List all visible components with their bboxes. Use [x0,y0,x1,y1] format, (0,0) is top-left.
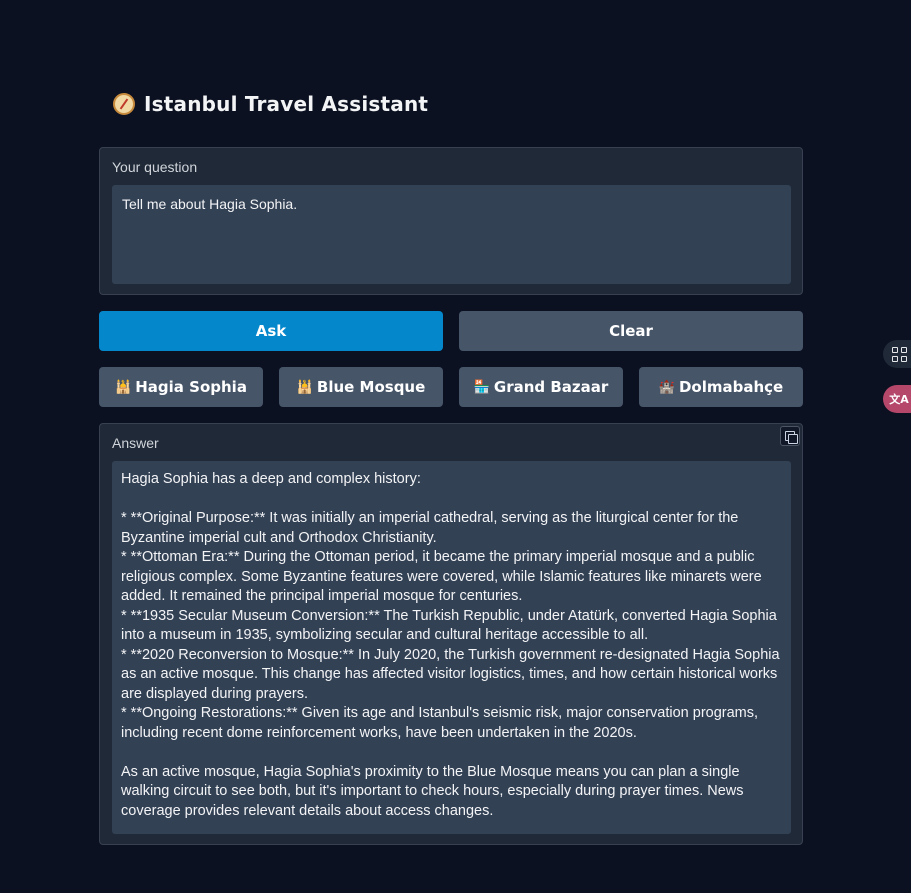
shop-icon: 🏪 [473,379,490,395]
chip-blue-mosque[interactable]: 🕌 Blue Mosque [279,367,443,407]
answer-paragraph: * **2020 Reconversion to Mosque:** In Ju… [121,646,780,702]
answer-paragraph: * **Ottoman Era:** During the Ottoman pe… [121,549,762,604]
chip-label: Blue Mosque [316,378,426,396]
compass-icon [113,93,135,115]
chip-label: Grand Bazaar [493,378,609,396]
chip-label: Dolmabahçe [678,378,784,396]
chip-hagia-sophia[interactable]: 🕌 Hagia Sophia [99,367,263,407]
answer-label: Answer [112,435,159,451]
chip-label: Hagia Sophia [135,378,247,396]
question-label: Your question [112,159,198,175]
answer-paragraph: * **1935 Secular Museum Conversion:** Th… [121,607,777,644]
translate-side-button[interactable]: 文A [883,385,911,413]
ask-button[interactable]: Ask [99,311,443,351]
page-title: Istanbul Travel Assistant [144,92,429,116]
answer-paragraph: As an active mosque, Hagia Sophia's prox… [121,763,744,819]
answer-paragraph: Hagia Sophia has a deep and complex hist… [121,471,421,487]
chip-grand-bazaar[interactable]: 🏪 Grand Bazaar [459,367,623,407]
chip-dolmabahce[interactable]: 🏰 Dolmabahçe [639,367,803,407]
clear-button[interactable]: Clear [459,311,803,351]
answer-paragraph: * **Ongoing Restorations:** Given its ag… [121,705,759,741]
apps-side-button[interactable] [883,340,911,368]
copy-icon[interactable] [780,426,800,446]
apps-icon [891,346,907,362]
answer-panel: Answer Hagia Sophia has a deep and compl… [99,423,803,845]
answer-paragraph: * **Original Purpose:** It was initially… [121,510,739,546]
answer-output: Hagia Sophia has a deep and complex hist… [112,461,791,834]
question-input[interactable]: Tell me about Hagia Sophia. [112,185,791,284]
question-panel: Your question Tell me about Hagia Sophia… [99,147,803,295]
mosque-icon: 🕌 [115,379,132,395]
mosque-icon: 🕌 [296,379,313,395]
header: Istanbul Travel Assistant [113,92,428,116]
translate-icon: 文A [889,393,909,406]
palace-icon: 🏰 [658,379,675,395]
